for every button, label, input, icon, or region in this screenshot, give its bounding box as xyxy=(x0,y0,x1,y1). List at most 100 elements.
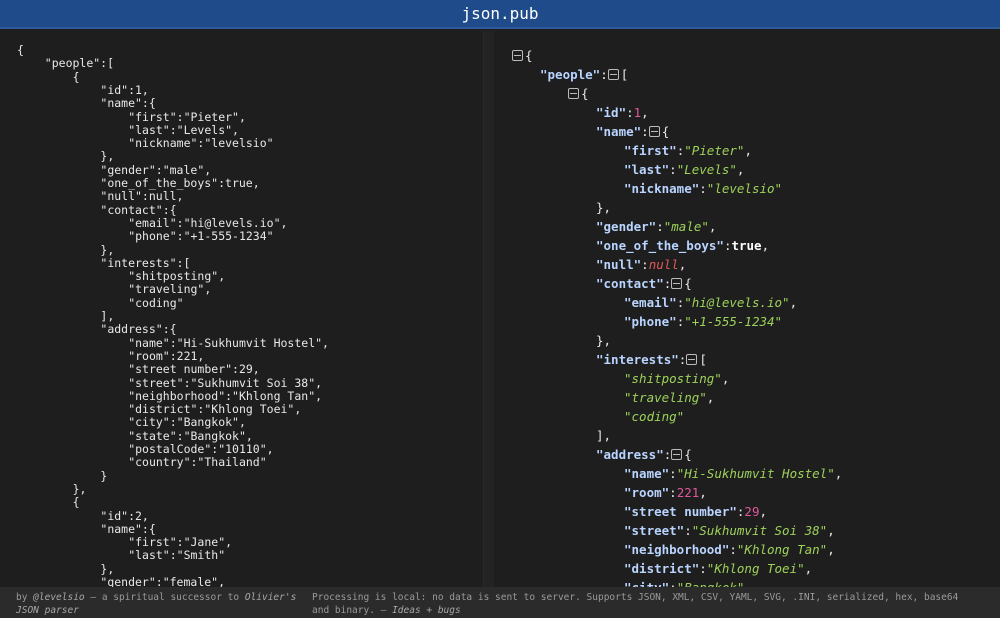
json-punctuation: }, xyxy=(596,200,612,215)
collapse-toggle-icon[interactable] xyxy=(512,50,523,61)
source-line: "coding" xyxy=(128,295,184,310)
json-punctuation: : xyxy=(669,466,677,481)
source-line: "shitposting", xyxy=(128,269,226,284)
source-line: "room":221, xyxy=(128,348,205,363)
json-punctuation: , xyxy=(789,295,798,310)
tree-line: "interests": [ xyxy=(596,350,707,369)
json-number: 221 xyxy=(676,485,700,500)
source-line: "postalCode":"10110", xyxy=(128,442,274,456)
json-punctuation: }, xyxy=(596,333,612,348)
json-key: "name" xyxy=(596,124,642,139)
json-boolean: true xyxy=(731,238,762,253)
tree-line: "neighborhood":"Khlong Tan", xyxy=(624,540,835,559)
tree-line: "contact": { xyxy=(596,274,692,293)
tree-line: "traveling", xyxy=(624,388,714,407)
source-line: { xyxy=(72,495,80,510)
json-key: "contact" xyxy=(596,276,664,291)
source-line: ], xyxy=(100,309,115,323)
json-punctuation: , xyxy=(744,143,752,158)
json-punctuation: { xyxy=(661,124,670,139)
source-line: "state":"Bangkok", xyxy=(128,428,253,443)
collapse-toggle-icon[interactable] xyxy=(607,69,619,80)
tree-line: "nickname":"levelsio" xyxy=(624,179,782,198)
json-string: "Levels" xyxy=(676,162,737,177)
json-key: "street number" xyxy=(624,504,737,519)
json-punctuation: : xyxy=(669,580,677,587)
json-key: "city" xyxy=(624,580,669,587)
json-string: "Sukhumvit Soi 38" xyxy=(691,523,828,538)
collapse-toggle-icon[interactable] xyxy=(568,88,579,99)
json-punctuation: , xyxy=(744,580,752,587)
json-string: "levelsio" xyxy=(706,181,783,196)
json-punctuation: : xyxy=(669,485,677,500)
json-punctuation: , xyxy=(804,561,813,576)
json-key: "gender" xyxy=(596,219,657,234)
json-punctuation: , xyxy=(678,257,687,272)
json-punctuation: : xyxy=(641,124,649,139)
json-punctuation: : xyxy=(669,162,677,177)
json-punctuation: [ xyxy=(699,352,707,367)
json-punctuation: , xyxy=(827,523,835,538)
source-line: "gender":"female", xyxy=(100,575,226,588)
source-line: "district":"Khlong Toei", xyxy=(128,402,302,417)
json-key: "street" xyxy=(624,523,685,538)
source-line: "one_of_the_boys":true, xyxy=(100,176,260,190)
collapse-toggle-icon[interactable] xyxy=(648,126,660,137)
json-key: "people" xyxy=(540,67,601,82)
source-line: "neighborhood":"Khlong Tan", xyxy=(128,388,323,403)
collapse-toggle-icon[interactable] xyxy=(671,449,683,460)
source-line: }, xyxy=(100,242,115,257)
tree-line: "district":"Khlong Toei", xyxy=(624,559,812,578)
tree-line: "phone":"+1-555-1234" xyxy=(624,312,782,331)
tree-line: "city":"Bangkok", xyxy=(624,578,752,587)
source-line: "country":"Thailand" xyxy=(128,455,267,470)
json-key: "name" xyxy=(624,466,670,481)
json-string: "Khlong Toei" xyxy=(706,561,805,576)
json-punctuation: , xyxy=(736,162,745,177)
source-line: }, xyxy=(100,149,115,164)
json-key: "first" xyxy=(624,143,677,158)
json-punctuation: , xyxy=(827,542,835,557)
tree-line: ], xyxy=(596,426,611,445)
json-punctuation: { xyxy=(684,447,692,462)
json-punctuation: { xyxy=(581,86,589,101)
tree-line: "coding" xyxy=(624,407,684,426)
tree-line: "shitposting", xyxy=(624,369,729,388)
source-line: "email":"hi@levels.io", xyxy=(128,215,288,230)
tree-line: "email":"hi@levels.io", xyxy=(624,293,797,312)
json-string: "coding" xyxy=(624,409,685,424)
json-punctuation: : xyxy=(678,352,687,367)
source-line: "street":"Sukhumvit Soi 38", xyxy=(128,375,323,390)
source-line: "interests":[ xyxy=(100,255,191,270)
json-punctuation: : xyxy=(663,447,672,462)
source-line: "first":"Jane", xyxy=(128,535,233,550)
json-key: "nickname" xyxy=(624,181,700,196)
json-string: "+1-555-1234" xyxy=(684,314,783,329)
collapse-toggle-icon[interactable] xyxy=(686,354,698,365)
json-punctuation: : xyxy=(626,105,634,120)
footer: by @levelsio – a spiritual successor to … xyxy=(0,587,1000,618)
footer-by: by xyxy=(16,592,34,603)
json-punctuation: : xyxy=(656,219,664,234)
json-key: "email" xyxy=(624,295,677,310)
editor-scrollbar[interactable] xyxy=(484,31,494,587)
source-line: "nickname":"levelsio" xyxy=(128,136,274,151)
author-link[interactable]: @levelsio xyxy=(33,592,84,603)
json-punctuation: , xyxy=(706,390,715,405)
json-punctuation: { xyxy=(684,276,692,291)
tree-line: "street number":29, xyxy=(624,502,767,521)
ideas-bugs-link[interactable]: Ideas + bugs xyxy=(392,605,461,616)
collapse-toggle-icon[interactable] xyxy=(671,278,683,289)
json-punctuation: : xyxy=(699,561,707,576)
tree-line: { xyxy=(512,46,533,65)
json-input-editor[interactable]: {"people":[{"id":1, "name":{"first":"Piet… xyxy=(0,31,484,587)
json-punctuation: , xyxy=(834,466,843,481)
source-line: } xyxy=(100,468,108,483)
source-line: "first":"Pieter", xyxy=(128,109,246,124)
tree-line: "room":221, xyxy=(624,483,707,502)
source-line: "null":null, xyxy=(100,189,184,204)
json-string: "Khlong Tan" xyxy=(736,542,828,557)
json-key: "interests" xyxy=(596,352,679,367)
json-punctuation: , xyxy=(721,371,730,386)
tree-line: }, xyxy=(596,198,611,217)
